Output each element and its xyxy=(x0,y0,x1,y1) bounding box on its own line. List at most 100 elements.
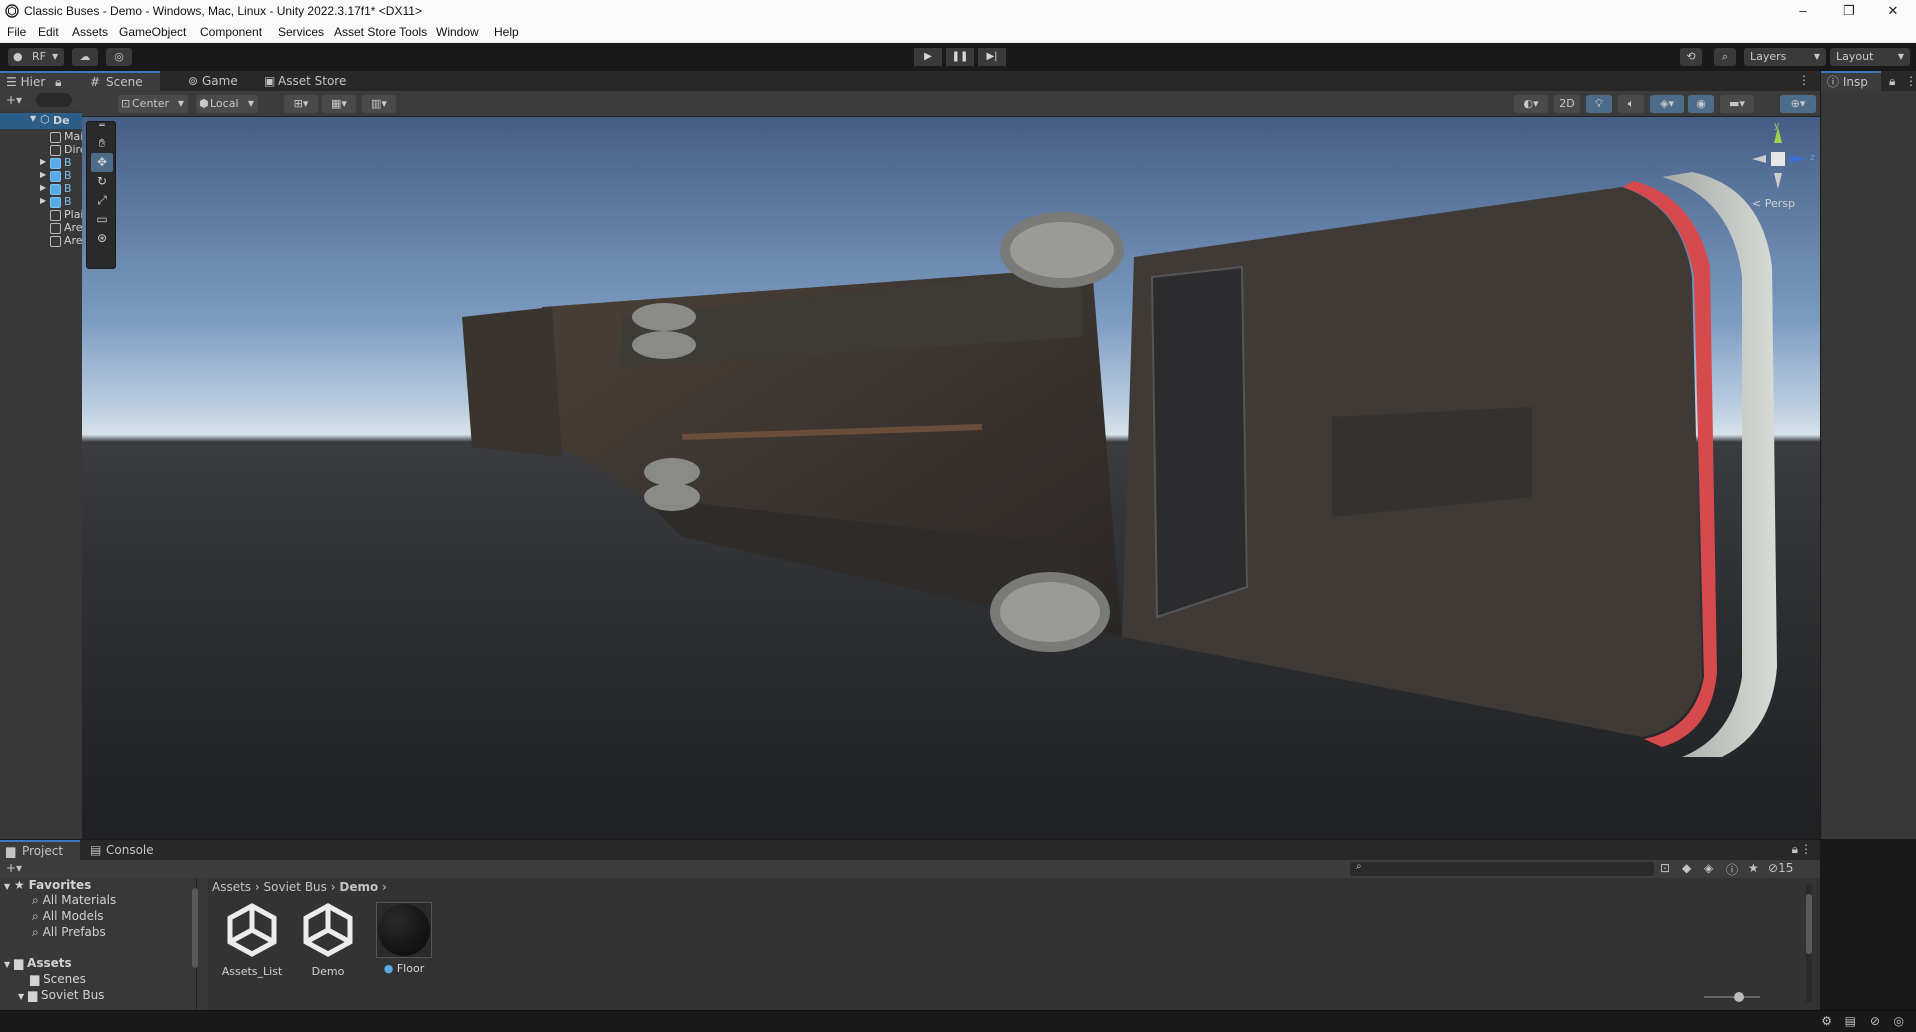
menu-assets[interactable]: Assets xyxy=(72,25,108,39)
drag-handle-icon[interactable]: ═ xyxy=(91,122,113,132)
play-button[interactable]: ▶ xyxy=(914,48,942,66)
grid-snap-dropdown[interactable]: ▦▾ xyxy=(322,95,356,113)
layout-dropdown[interactable]: Layout ▼ xyxy=(1830,48,1910,66)
lock-icon[interactable]: 🔒︎ xyxy=(1889,74,1895,89)
breadcrumb-item[interactable]: Soviet Bus xyxy=(264,880,327,894)
cloud-button[interactable]: ☁ xyxy=(72,48,98,66)
account-dropdown[interactable]: ● RF ▼ xyxy=(8,48,64,66)
close-button[interactable]: ✕ xyxy=(1870,0,1916,22)
hidden-packages-button[interactable]: ⊘15 xyxy=(1768,861,1793,875)
tab-game[interactable]: ⊚ Game xyxy=(184,71,254,91)
favorites-header[interactable]: ▼ ★ Favorites xyxy=(4,878,91,892)
lock-icon[interactable]: 🔒︎ xyxy=(1792,842,1798,857)
lock-icon[interactable]: 🔒︎ xyxy=(55,75,61,89)
asset-item[interactable]: Assets_List xyxy=(218,902,286,978)
menu-asset-store-tools[interactable]: Asset Store Tools xyxy=(334,25,427,39)
menu-help[interactable]: Help xyxy=(494,25,519,39)
favorite-item[interactable]: ⌕ All Materials xyxy=(32,893,116,908)
zoom-slider-thumb[interactable] xyxy=(1734,992,1744,1002)
pivot-space-dropdown[interactable]: ⬢ Local ▼ xyxy=(196,95,258,113)
zoom-slider[interactable] xyxy=(1704,992,1760,1002)
tab-scene[interactable]: # Scene xyxy=(82,71,160,91)
scale-tool-icon[interactable]: ⤢ xyxy=(91,191,113,210)
chevron-right-icon[interactable]: ▶ xyxy=(40,196,46,205)
scene-viewport[interactable]: ═ ✋︎ ✥ ↻ ⤢ ▭ ⊛ y z < Persp xyxy=(82,117,1820,839)
axis-gizmo-icon[interactable] xyxy=(1748,123,1808,193)
breadcrumb-item[interactable]: Assets xyxy=(212,880,251,894)
tab-project[interactable]: ▆ Project xyxy=(0,840,80,860)
more-options-icon[interactable]: ⋮ xyxy=(1800,842,1812,856)
tab-inspector[interactable]: ⓘ Insp xyxy=(1821,71,1881,91)
snap-dropdown[interactable]: ⊞▾ xyxy=(284,95,318,113)
search-by-type-icon[interactable]: ⊡ xyxy=(1660,861,1670,875)
maximize-button[interactable]: ❐ xyxy=(1826,0,1872,22)
camera-dropdown[interactable]: ▬▾ xyxy=(1720,95,1754,113)
menu-file[interactable]: File xyxy=(7,25,26,39)
notification-icon[interactable]: ◎ xyxy=(1894,1014,1904,1028)
folder-item[interactable]: ▼ ▆ Soviet Bus xyxy=(18,988,104,1002)
add-asset-button[interactable]: +▾ xyxy=(6,861,22,875)
rect-tool-icon[interactable]: ▭ xyxy=(91,210,113,229)
visibility-toggle[interactable]: ◉ xyxy=(1688,95,1714,113)
chevron-down-icon[interactable]: ▼ xyxy=(30,114,36,123)
info-icon[interactable]: ⓘ xyxy=(1726,861,1738,878)
rotate-tool-icon[interactable]: ↻ xyxy=(91,172,113,191)
effects-dropdown[interactable]: ◈▾ xyxy=(1650,95,1684,113)
tree-scrollbar[interactable] xyxy=(192,888,198,968)
more-options-icon[interactable]: ⋮ xyxy=(1798,73,1810,87)
search-icon: ⌕ xyxy=(1356,861,1362,872)
pause-button[interactable]: ❚❚ xyxy=(946,48,974,66)
step-button[interactable]: ▶| xyxy=(978,48,1006,66)
move-tool-icon[interactable]: ✥ xyxy=(91,153,113,172)
search-by-label-icon[interactable]: ◆ xyxy=(1682,861,1691,875)
shading-mode-dropdown[interactable]: ◐▾ xyxy=(1514,95,1548,113)
more-options-icon[interactable]: ⋮ xyxy=(1905,74,1916,88)
perspective-label[interactable]: < Persp xyxy=(1752,197,1795,210)
hierarchy-item[interactable]: Are xyxy=(0,233,82,249)
add-button[interactable]: +▾ xyxy=(6,93,22,107)
menu-services[interactable]: Services xyxy=(278,25,324,39)
breadcrumb-item[interactable]: Demo xyxy=(339,880,378,894)
bug-icon[interactable]: ⚙ xyxy=(1821,1014,1832,1028)
network-icon[interactable]: ⊘ xyxy=(1870,1014,1880,1028)
asset-item[interactable]: ● Floor xyxy=(370,902,438,975)
orientation-gizmo[interactable]: y z < Persp xyxy=(1742,121,1818,213)
tag-icon[interactable]: ◈ xyxy=(1704,861,1713,875)
menu-component[interactable]: Component xyxy=(200,25,262,39)
chevron-right-icon[interactable]: ▶ xyxy=(40,157,46,166)
collab-button[interactable]: ◎ xyxy=(106,48,132,66)
history-button[interactable]: ⟲ xyxy=(1680,48,1702,66)
minimize-button[interactable]: – xyxy=(1780,0,1826,22)
hierarchy-search-input[interactable] xyxy=(36,93,72,107)
transform-tool-icon[interactable]: ⊛ xyxy=(91,229,113,248)
project-search-input[interactable]: ⌕ xyxy=(1350,861,1654,876)
favorite-item[interactable]: ⌕ All Models xyxy=(32,909,104,924)
tab-console[interactable]: ▤ Console xyxy=(88,840,168,860)
chevron-right-icon[interactable]: ▶ xyxy=(40,170,46,179)
tab-asset-store[interactable]: ▣ Asset Store xyxy=(262,71,362,91)
asset-item[interactable]: Demo xyxy=(294,902,362,978)
star-icon[interactable]: ★ xyxy=(1748,861,1759,875)
favorite-item[interactable]: ⌕ All Prefabs xyxy=(32,925,106,940)
hand-tool-icon[interactable]: ✋︎ xyxy=(91,134,113,153)
content-scrollbar[interactable] xyxy=(1806,884,1812,1002)
scene-root-row[interactable]: ▼ ⬡ De xyxy=(0,113,82,129)
scrollbar-thumb[interactable] xyxy=(1806,894,1812,954)
search-button[interactable]: ⌕ xyxy=(1714,48,1736,66)
audio-toggle[interactable]: 🔈︎ xyxy=(1618,95,1644,113)
menu-window[interactable]: Window xyxy=(436,25,479,39)
lighting-toggle[interactable]: 💡︎ xyxy=(1586,95,1612,113)
folder-item[interactable]: ▆ Scenes xyxy=(30,972,86,986)
toggle-2d-button[interactable]: 2D xyxy=(1554,95,1580,113)
gizmos-dropdown[interactable]: ⊕▾ xyxy=(1780,95,1816,113)
bus-model-render[interactable] xyxy=(82,117,1820,839)
tab-hierarchy[interactable]: ☰ Hier 🔒︎ xyxy=(0,71,82,91)
increment-snap-dropdown[interactable]: ▥▾ xyxy=(362,95,396,113)
chevron-right-icon[interactable]: ▶ xyxy=(40,183,46,192)
cache-icon[interactable]: ▤ xyxy=(1845,1014,1856,1028)
pivot-mode-dropdown[interactable]: ⊡ Center ▼ xyxy=(118,95,188,113)
menu-gameobject[interactable]: GameObject xyxy=(119,25,186,39)
menu-edit[interactable]: Edit xyxy=(38,25,59,39)
layers-dropdown[interactable]: Layers ▼ xyxy=(1744,48,1826,66)
assets-header[interactable]: ▼ ▆ Assets xyxy=(4,956,72,970)
